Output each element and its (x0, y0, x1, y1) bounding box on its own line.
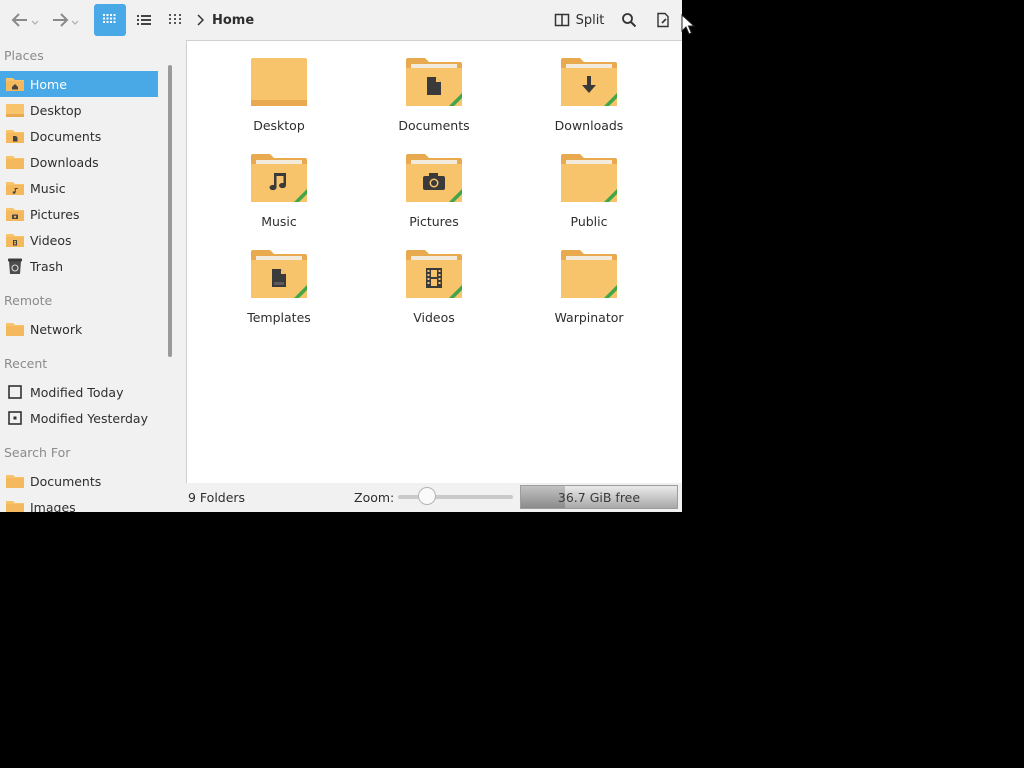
icon-view-button[interactable] (94, 4, 126, 36)
sidebar-item-pictures[interactable]: Pictures (0, 201, 158, 227)
sidebar-item-videos[interactable]: Videos (0, 227, 158, 253)
file-item[interactable]: Downloads (524, 56, 654, 133)
file-item[interactable]: Music (214, 152, 344, 229)
folder-icon (5, 472, 25, 490)
sidebar-item-search-images[interactable]: Images (0, 494, 158, 512)
arrow-right-icon (53, 13, 79, 27)
pictures-folder-icon (406, 154, 462, 202)
folder-count: 9 Folders (188, 490, 246, 505)
sidebar-heading-recent: Recent (4, 356, 48, 371)
file-item[interactable]: Videos (369, 248, 499, 325)
desktop-folder-icon (251, 58, 307, 106)
forward-button[interactable] (44, 4, 82, 36)
file-manager-window: Home Split Places Home Desktop Documents… (0, 0, 682, 512)
warpinator-folder-icon (561, 250, 617, 298)
documents-folder-icon (5, 127, 25, 145)
folder-icon (5, 153, 25, 171)
sidebar-item-trash[interactable]: Trash (0, 253, 158, 279)
calendar-yesterday-icon (5, 409, 25, 427)
trash-icon (5, 257, 25, 275)
documents-folder-icon (406, 58, 462, 106)
file-item[interactable]: Warpinator (524, 248, 654, 325)
sidebar-item-documents[interactable]: Documents (0, 123, 158, 149)
document-edit-icon (657, 12, 669, 28)
music-folder-icon (5, 179, 25, 197)
back-button[interactable] (4, 4, 42, 36)
file-item[interactable]: Pictures (369, 152, 499, 229)
split-button[interactable]: Split (552, 4, 606, 36)
sidebar-item-network[interactable]: Network (0, 316, 158, 342)
file-view[interactable]: Desktop Documents Downloads Music Pictur… (186, 40, 682, 484)
sidebar-scrollbar[interactable] (167, 48, 173, 508)
list-view-button[interactable] (129, 4, 159, 36)
zoom-slider-handle[interactable] (418, 487, 436, 505)
sidebar: Places Home Desktop Documents Downloads (0, 40, 166, 512)
search-button[interactable] (614, 4, 644, 36)
folder-icon (5, 101, 25, 119)
pictures-folder-icon (5, 205, 25, 223)
zoom-label: Zoom: (354, 490, 395, 505)
zoom-slider[interactable] (398, 495, 513, 499)
location-toggle-button[interactable] (648, 4, 678, 36)
arrow-left-icon (11, 13, 39, 27)
sidebar-item-modified-today[interactable]: Modified Today (0, 379, 158, 405)
disk-usage-bar: 36.7 GiB free (520, 485, 678, 509)
compact-grid-icon (169, 14, 181, 24)
downloads-folder-icon (561, 58, 617, 106)
file-item[interactable]: Documents (369, 56, 499, 133)
sidebar-item-desktop[interactable]: Desktop (0, 97, 158, 123)
chevron-right-icon (197, 14, 204, 26)
folder-icon (5, 320, 25, 338)
sidebar-heading-remote: Remote (4, 293, 53, 308)
calendar-today-icon (5, 383, 25, 401)
sidebar-heading-places: Places (4, 48, 44, 63)
search-icon (622, 13, 637, 28)
file-item[interactable]: Templates (214, 248, 344, 325)
status-bar: 9 Folders Zoom: 36.7 GiB free (186, 483, 682, 512)
file-item[interactable]: Public (524, 152, 654, 229)
music-folder-icon (251, 154, 307, 202)
breadcrumb[interactable]: Home (196, 4, 254, 36)
free-space-label: 36.7 GiB free (557, 489, 641, 505)
folder-icon (5, 498, 25, 512)
file-item[interactable]: Desktop (214, 56, 344, 133)
split-view-icon (554, 13, 569, 27)
toolbar: Home Split (0, 0, 682, 40)
videos-folder-icon (406, 250, 462, 298)
sidebar-scroll-thumb[interactable] (168, 65, 172, 357)
home-folder-icon (5, 75, 25, 93)
templates-folder-icon (251, 250, 307, 298)
sidebar-item-home[interactable]: Home (0, 71, 158, 97)
sidebar-item-modified-yesterday[interactable]: Modified Yesterday (0, 405, 158, 431)
list-icon (137, 15, 151, 25)
sidebar-item-downloads[interactable]: Downloads (0, 149, 158, 175)
sidebar-item-search-documents[interactable]: Documents (0, 468, 158, 494)
videos-folder-icon (5, 231, 25, 249)
sidebar-item-music[interactable]: Music (0, 175, 158, 201)
split-label: Split (575, 12, 605, 28)
sidebar-heading-search: Search For (4, 445, 71, 460)
mouse-cursor-icon (681, 14, 695, 35)
breadcrumb-home[interactable]: Home (212, 13, 254, 28)
public-folder-icon (561, 154, 617, 202)
icon-grid-icon (103, 14, 116, 23)
compact-view-button[interactable] (161, 4, 191, 36)
